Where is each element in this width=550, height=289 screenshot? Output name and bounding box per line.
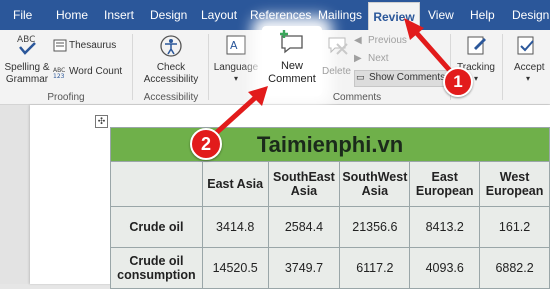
arrow-to-new-comment-icon <box>212 86 268 137</box>
arrow-to-review-icon <box>404 18 455 76</box>
step-1-badge: 1 <box>443 67 473 97</box>
annotation-arrows <box>212 18 455 137</box>
step-2-badge: 2 <box>190 128 222 160</box>
